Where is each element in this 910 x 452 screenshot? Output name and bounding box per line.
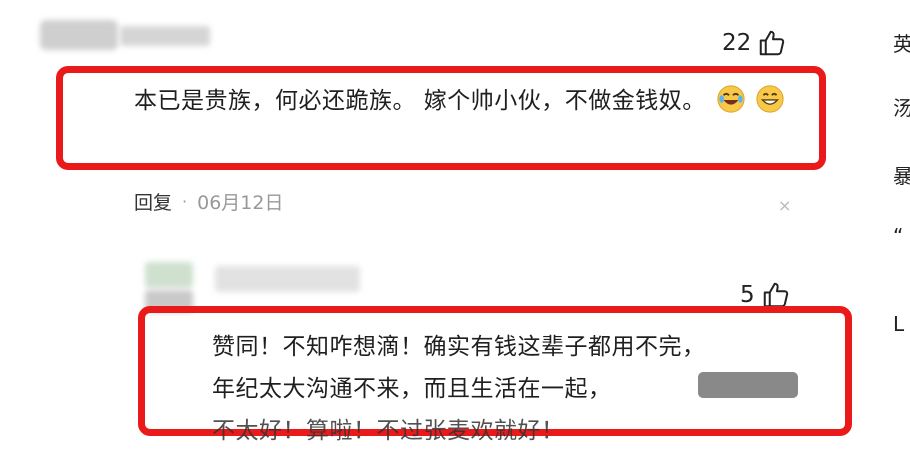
reply-button[interactable]: 回复 <box>134 188 172 215</box>
close-icon[interactable]: × <box>778 196 791 215</box>
like-count: 5 <box>740 282 755 308</box>
like-button[interactable]: 22 <box>722 28 787 58</box>
like-count: 22 <box>722 30 752 56</box>
edge-char: 汤 <box>893 96 910 120</box>
avatar[interactable] <box>40 20 118 50</box>
comment-line: 不太好！算啦！不过张麦欢就好！ <box>212 418 565 444</box>
comment-text: 本已是贵族，何必还跪族。 嫁个帅小伙，不做金钱奴。 <box>134 80 804 122</box>
thumbs-up-icon <box>760 30 785 56</box>
separator: · <box>182 192 188 211</box>
username-blurred[interactable] <box>120 26 210 46</box>
edge-char: 英 <box>893 32 910 56</box>
watermark <box>698 372 798 398</box>
edge-char: L <box>893 312 905 336</box>
comment-meta: 回复 · 06月12日 <box>134 188 283 215</box>
comment-date: 06月12日 <box>197 192 284 214</box>
comment-body: 本已是贵族，何必还跪族。 嫁个帅小伙，不做金钱奴。 <box>134 88 706 114</box>
edge-char: 暴 <box>893 164 910 188</box>
username-blurred[interactable] <box>215 266 360 292</box>
avatar[interactable] <box>145 262 193 288</box>
grinning-emoji-icon <box>756 85 785 113</box>
comment-line: 赞同！不知咋想滴！确实有钱这辈子都用不完， <box>212 334 706 360</box>
laughing-crying-emoji-icon <box>717 85 745 113</box>
edge-char: “ <box>893 224 904 248</box>
